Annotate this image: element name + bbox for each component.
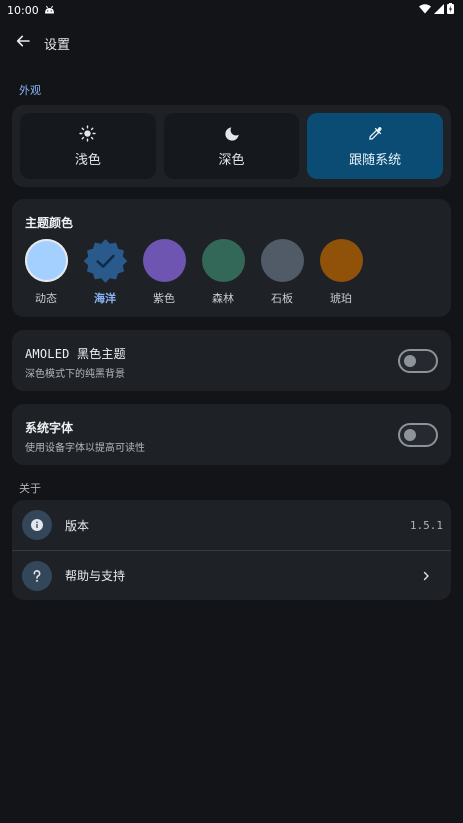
- mode-system-button[interactable]: 跟随系统: [307, 113, 444, 179]
- swatch-slate[interactable]: 石板: [260, 239, 304, 306]
- swatch-dynamic-circle: [24, 239, 68, 282]
- info-icon: [22, 510, 52, 540]
- eyedropper-icon: [366, 125, 384, 143]
- version-row: 版本 1.5.1: [12, 500, 451, 550]
- swatch-forest[interactable]: 森林: [201, 239, 245, 306]
- swatch-purple-circle: [142, 239, 186, 282]
- swatch-slate-circle: [260, 239, 304, 282]
- theme-color-card: 主题颜色 动态 海洋 紫色 森林 石板 琥珀: [12, 199, 451, 317]
- help-support-row[interactable]: 帮助与支持: [12, 550, 451, 600]
- system-font-description: 使用设备字体以提高可读性: [25, 443, 145, 454]
- swatch-ocean-label: 海洋: [94, 292, 116, 305]
- swatch-ocean[interactable]: 海洋: [83, 239, 127, 306]
- signal-icon: [434, 3, 444, 17]
- chevron-right-icon: [419, 569, 433, 583]
- about-card: 版本 1.5.1 帮助与支持: [12, 500, 451, 600]
- arrow-left-icon: [15, 33, 31, 53]
- amoled-toggle[interactable]: [398, 349, 438, 373]
- swatch-purple[interactable]: 紫色: [142, 239, 186, 306]
- mode-light-button[interactable]: 浅色: [20, 113, 156, 179]
- color-swatch-list: 动态 海洋 紫色 森林 石板 琥珀: [24, 239, 363, 306]
- system-font-toggle-knob: [404, 429, 416, 441]
- swatch-dynamic[interactable]: 动态: [24, 239, 68, 306]
- theme-color-title: 主题颜色: [25, 216, 74, 230]
- amoled-toggle-knob: [404, 355, 416, 367]
- help-icon: [22, 560, 52, 591]
- sun-icon: [79, 125, 97, 143]
- swatch-slate-label: 石板: [271, 292, 293, 305]
- android-icon: [44, 4, 55, 17]
- back-button[interactable]: [8, 28, 38, 58]
- swatch-amber-label: 琥珀: [330, 292, 352, 305]
- battery-icon: [447, 3, 454, 17]
- version-label: 版本: [65, 518, 90, 533]
- theme-mode-card: 浅色 深色 跟随系统: [12, 105, 451, 187]
- page-title: 设置: [44, 37, 71, 53]
- version-value: 1.5.1: [409, 518, 443, 532]
- system-font-setting-card[interactable]: 系统字体 使用设备字体以提高可读性: [12, 404, 451, 465]
- system-font-title: 系统字体: [25, 421, 74, 435]
- help-support-label: 帮助与支持: [65, 569, 126, 583]
- amoled-setting-card[interactable]: AMOLED 黑色主题 深色模式下的纯黑背景: [12, 330, 451, 391]
- mode-system-label: 跟随系统: [349, 152, 402, 168]
- amoled-title: AMOLED 黑色主题: [25, 347, 126, 361]
- amoled-description: 深色模式下的纯黑背景: [25, 369, 125, 380]
- section-label-about: 关于: [19, 482, 41, 495]
- mode-dark-button[interactable]: 深色: [163, 113, 300, 179]
- status-bar: 10:00: [0, 0, 463, 20]
- mode-light-label: 浅色: [74, 152, 101, 168]
- swatch-forest-label: 森林: [212, 292, 234, 305]
- moon-icon: [223, 125, 241, 143]
- swatch-amber-circle: [319, 239, 363, 282]
- wifi-icon: [419, 3, 431, 17]
- swatch-forest-circle: [201, 239, 245, 282]
- section-label-appearance: 外观: [19, 84, 41, 97]
- swatch-ocean-circle: [83, 239, 127, 282]
- mode-dark-label: 深色: [218, 152, 245, 168]
- status-time: 10:00: [7, 3, 39, 17]
- swatch-purple-label: 紫色: [153, 292, 175, 305]
- swatch-dynamic-label: 动态: [35, 292, 57, 305]
- app-bar: 设置: [0, 26, 463, 60]
- system-font-toggle[interactable]: [398, 423, 438, 447]
- swatch-amber[interactable]: 琥珀: [319, 239, 363, 306]
- scalloped-badge-icon: [83, 239, 127, 282]
